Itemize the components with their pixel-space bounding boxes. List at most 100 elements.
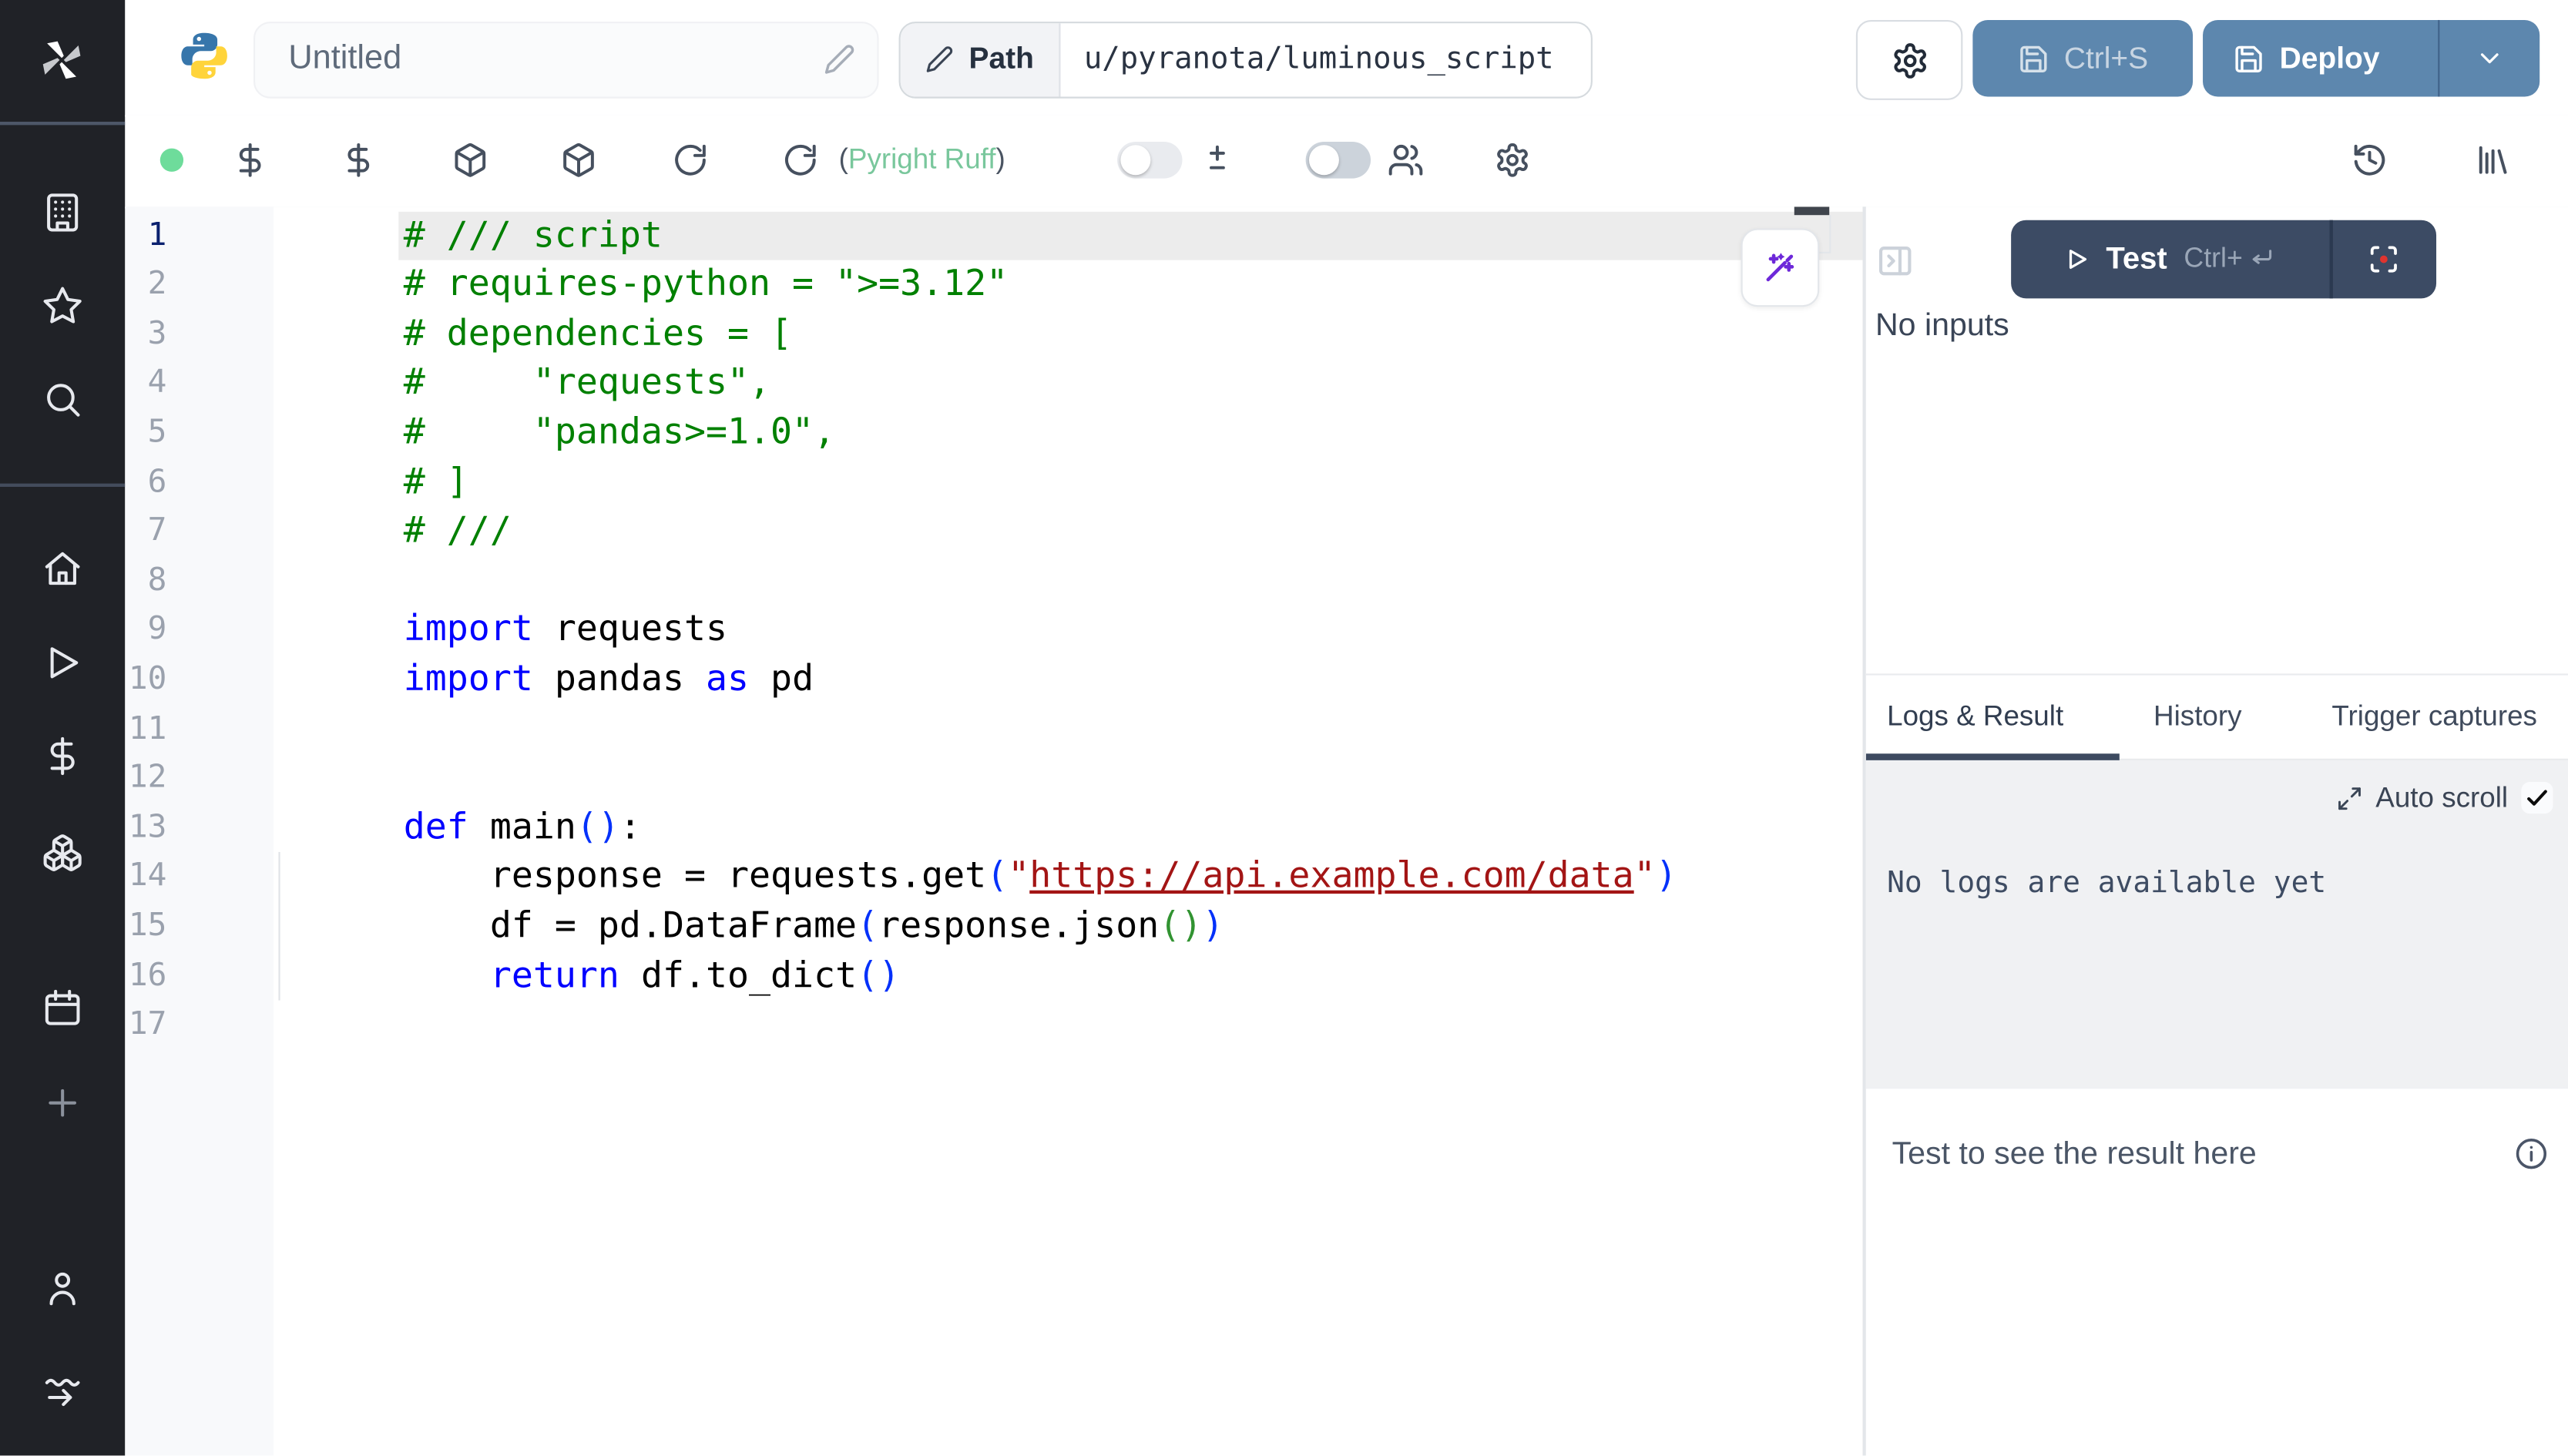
pencil-icon xyxy=(925,45,954,73)
sidebar-item-workspace[interactable] xyxy=(0,175,125,248)
sidebar-item-more[interactable] xyxy=(0,1065,125,1139)
ai-assistant-button[interactable] xyxy=(1741,229,1820,307)
code-line[interactable]: # /// xyxy=(398,507,1862,556)
code-token: df.to_dict xyxy=(619,954,857,996)
line-number: 17 xyxy=(125,1001,166,1050)
script-title-field[interactable]: Untitled xyxy=(253,21,879,98)
editor-toolbar: (Pyright Ruff) xyxy=(125,115,2568,208)
tab-trigger-captures[interactable]: Trigger captures xyxy=(2331,699,2537,733)
code-line[interactable] xyxy=(398,705,1862,754)
library-button[interactable] xyxy=(2475,115,2512,206)
code-line[interactable]: # requires-python = ">=3.12" xyxy=(398,260,1862,310)
save-button[interactable]: Ctrl+S xyxy=(1972,20,2193,97)
code-line[interactable]: # /// script xyxy=(398,211,1862,260)
code-token xyxy=(404,954,490,996)
building-icon xyxy=(42,191,83,233)
line-number: 11 xyxy=(125,705,166,754)
code-line[interactable]: response = requests.get("https://api.exa… xyxy=(398,853,1862,902)
code-line[interactable]: # dependencies = [ xyxy=(398,310,1862,359)
editor-scrollbar-thumb[interactable] xyxy=(1794,206,1829,216)
code-link[interactable]: https://api.example.com/data xyxy=(1029,856,1633,897)
screen: Untitled Path u/pyranota/luminous_script xyxy=(0,0,2568,1456)
code-token: " xyxy=(1634,856,1656,897)
path-value[interactable]: u/pyranota/luminous_script xyxy=(1061,22,1591,96)
dollar-icon xyxy=(232,143,269,179)
code-token: ( xyxy=(857,905,878,947)
code-line[interactable]: # ] xyxy=(398,458,1862,507)
variable-add-button[interactable] xyxy=(341,115,378,206)
reload-button[interactable] xyxy=(672,115,709,206)
code-token: as xyxy=(706,659,749,700)
sidebar-item-variables[interactable] xyxy=(0,719,125,792)
line-number: 1 xyxy=(125,211,166,260)
code-line[interactable]: import pandas as pd xyxy=(398,656,1862,705)
reload-assistants-button[interactable] xyxy=(782,115,819,206)
sidebar-item-home[interactable] xyxy=(0,532,125,605)
line-number: 6 xyxy=(125,458,166,507)
info-icon[interactable] xyxy=(2513,1135,2550,1172)
history-button[interactable] xyxy=(2351,115,2388,206)
sidebar-item-schedules[interactable] xyxy=(0,971,125,1044)
sidebar-item-account[interactable] xyxy=(0,1250,125,1323)
windmill-logo[interactable] xyxy=(37,35,87,85)
active-tab-underline xyxy=(1865,753,2119,760)
resource-add-button[interactable] xyxy=(560,115,597,206)
line-number: 5 xyxy=(125,408,166,458)
save-icon xyxy=(2017,42,2049,74)
sidebar-item-runs[interactable] xyxy=(0,626,125,699)
sidebar-item-workspace-switch[interactable] xyxy=(0,1354,125,1427)
deploy-button[interactable]: Deploy xyxy=(2203,20,2438,97)
multiplayer-toggle[interactable] xyxy=(1306,115,1371,206)
code-token: response = requests.get xyxy=(404,856,986,897)
assistants-paren: ) xyxy=(995,144,1005,177)
path-field[interactable]: Path u/pyranota/luminous_script xyxy=(899,21,1593,98)
code-line[interactable] xyxy=(398,557,1862,606)
panel-collapse-icon[interactable] xyxy=(1875,241,1914,280)
editor-gutter: 1234567891011121314151617 xyxy=(125,211,166,1050)
code-line[interactable]: df = pd.DataFrame(response.json()) xyxy=(398,902,1862,951)
sidebar-item-favorites[interactable] xyxy=(0,268,125,341)
deploy-button-group: Deploy xyxy=(2203,20,2539,97)
sidebar-item-resources[interactable] xyxy=(0,815,125,888)
sidebar-item-search[interactable] xyxy=(0,362,125,435)
diff-mode-toggle[interactable] xyxy=(1117,115,1182,206)
code-editor[interactable]: 1234567891011121314151617 # /// script# … xyxy=(125,206,1862,1456)
multiplayer-button[interactable] xyxy=(1388,115,1425,206)
code-line[interactable]: return df.to_dict() xyxy=(398,951,1862,1001)
code-line[interactable]: # "pandas>=1.0", xyxy=(398,408,1862,458)
capture-test-button[interactable] xyxy=(2332,220,2435,298)
toggle-off[interactable] xyxy=(1117,143,1182,179)
tab-logs-result[interactable]: Logs & Result xyxy=(1887,699,2063,733)
code-line[interactable]: # "requests", xyxy=(398,359,1862,408)
auto-scroll-control[interactable]: Auto scroll xyxy=(2335,782,2553,815)
workspace-switch-icon xyxy=(42,1370,83,1411)
enter-icon xyxy=(2247,245,2276,273)
code-line[interactable]: import requests xyxy=(398,606,1862,656)
pencil-icon[interactable] xyxy=(824,43,855,75)
package-icon xyxy=(560,143,597,179)
variable-picker-button[interactable] xyxy=(232,115,269,206)
code-line[interactable] xyxy=(398,1001,1862,1050)
settings-button[interactable] xyxy=(1856,20,1963,100)
line-number: 4 xyxy=(125,359,166,408)
auto-scroll-checkbox[interactable] xyxy=(2521,783,2553,814)
code-token: : xyxy=(619,807,641,848)
editor-code[interactable]: # /// script# requires-python = ">=3.12"… xyxy=(398,211,1862,1050)
toggle-off[interactable] xyxy=(1306,143,1371,179)
dollar-icon xyxy=(341,143,378,179)
path-label-segment[interactable]: Path xyxy=(901,22,1061,96)
diff-button[interactable] xyxy=(1199,115,1236,206)
test-button[interactable]: Test Ctrl+ xyxy=(2010,220,2330,298)
calendar-icon xyxy=(42,986,83,1028)
resource-picker-button[interactable] xyxy=(452,115,489,206)
tab-history[interactable]: History xyxy=(2153,699,2242,733)
line-number: 2 xyxy=(125,260,166,310)
editor-settings-button[interactable] xyxy=(1494,115,1531,206)
expand-icon[interactable] xyxy=(2335,785,2362,812)
code-line[interactable] xyxy=(398,754,1862,803)
gear-icon xyxy=(1494,143,1531,179)
code-token: def xyxy=(404,807,468,848)
check-icon xyxy=(2525,786,2550,810)
deploy-options-button[interactable] xyxy=(2439,20,2539,97)
code-line[interactable]: def main(): xyxy=(398,803,1862,853)
